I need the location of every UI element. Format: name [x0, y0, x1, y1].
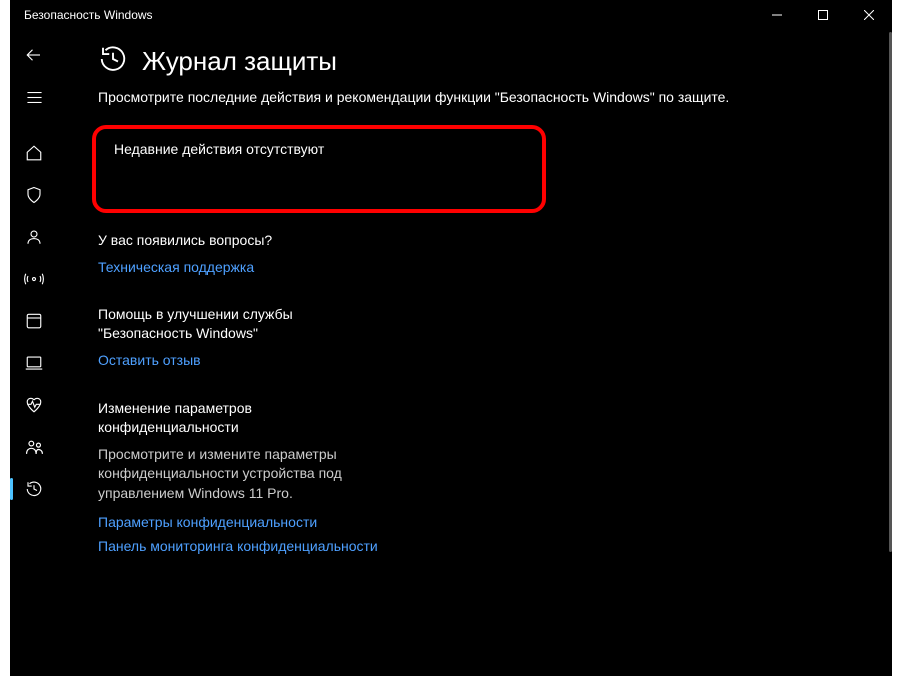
highlight-box: Недавние действия отсутствуют [92, 125, 546, 213]
sidebar-item-history[interactable] [10, 468, 58, 510]
close-button[interactable] [846, 0, 892, 30]
back-arrow-icon [25, 46, 43, 64]
questions-heading: У вас появились вопросы? [98, 231, 378, 250]
feedback-section: Помощь в улучшении службы "Безопасность … [98, 305, 378, 370]
privacy-dashboard-link[interactable]: Панель мониторинга конфиденциальности [98, 537, 378, 557]
app-control-icon [25, 312, 43, 330]
window-body: Журнал защиты Просмотрите последние дейс… [10, 30, 892, 676]
window-title: Безопасность Windows [24, 8, 153, 22]
page-description: Просмотрите последние действия и рекомен… [98, 89, 872, 105]
sidebar-item-firewall[interactable] [10, 258, 58, 300]
back-button[interactable] [10, 34, 58, 76]
page-title: Журнал защиты [142, 46, 337, 77]
technical-support-link[interactable]: Техническая поддержка [98, 258, 378, 278]
privacy-section: Изменение параметров конфиденциальности … [98, 399, 378, 557]
sidebar-item-performance[interactable] [10, 384, 58, 426]
questions-section: У вас появились вопросы? Техническая под… [98, 231, 378, 277]
leave-feedback-link[interactable]: Оставить отзыв [98, 351, 378, 371]
feedback-heading: Помощь в улучшении службы "Безопасность … [98, 305, 378, 343]
device-security-icon [25, 354, 43, 372]
sidebar-item-device-security[interactable] [10, 342, 58, 384]
account-icon [25, 228, 43, 246]
menu-button[interactable] [10, 76, 58, 118]
firewall-icon [24, 270, 44, 288]
maximize-button[interactable] [800, 0, 846, 30]
history-header-icon [98, 44, 128, 79]
sidebar-item-virus[interactable] [10, 174, 58, 216]
app-window: Безопасность Windows [10, 0, 892, 676]
heart-pulse-icon [25, 396, 43, 414]
family-icon [25, 438, 44, 457]
history-icon [25, 480, 43, 498]
sidebar-item-account[interactable] [10, 216, 58, 258]
sidebar-item-family[interactable] [10, 426, 58, 468]
privacy-heading: Изменение параметров конфиденциальности [98, 399, 378, 437]
sidebar-item-home[interactable] [10, 132, 58, 174]
privacy-settings-link[interactable]: Параметры конфиденциальности [98, 513, 378, 533]
hamburger-icon [26, 89, 43, 106]
sidebar [10, 30, 58, 676]
privacy-subtext: Просмотрите и измените параметры конфиде… [98, 445, 378, 504]
shield-icon [25, 186, 43, 204]
titlebar: Безопасность Windows [10, 0, 892, 30]
scrollbar[interactable] [889, 32, 892, 552]
no-recent-actions-text: Недавние действия отсутствуют [114, 141, 524, 157]
main-content: Журнал защиты Просмотрите последние дейс… [58, 30, 892, 676]
page-header: Журнал защиты [98, 44, 872, 79]
sidebar-item-app-control[interactable] [10, 300, 58, 342]
home-icon [25, 144, 43, 162]
minimize-button[interactable] [754, 0, 800, 30]
